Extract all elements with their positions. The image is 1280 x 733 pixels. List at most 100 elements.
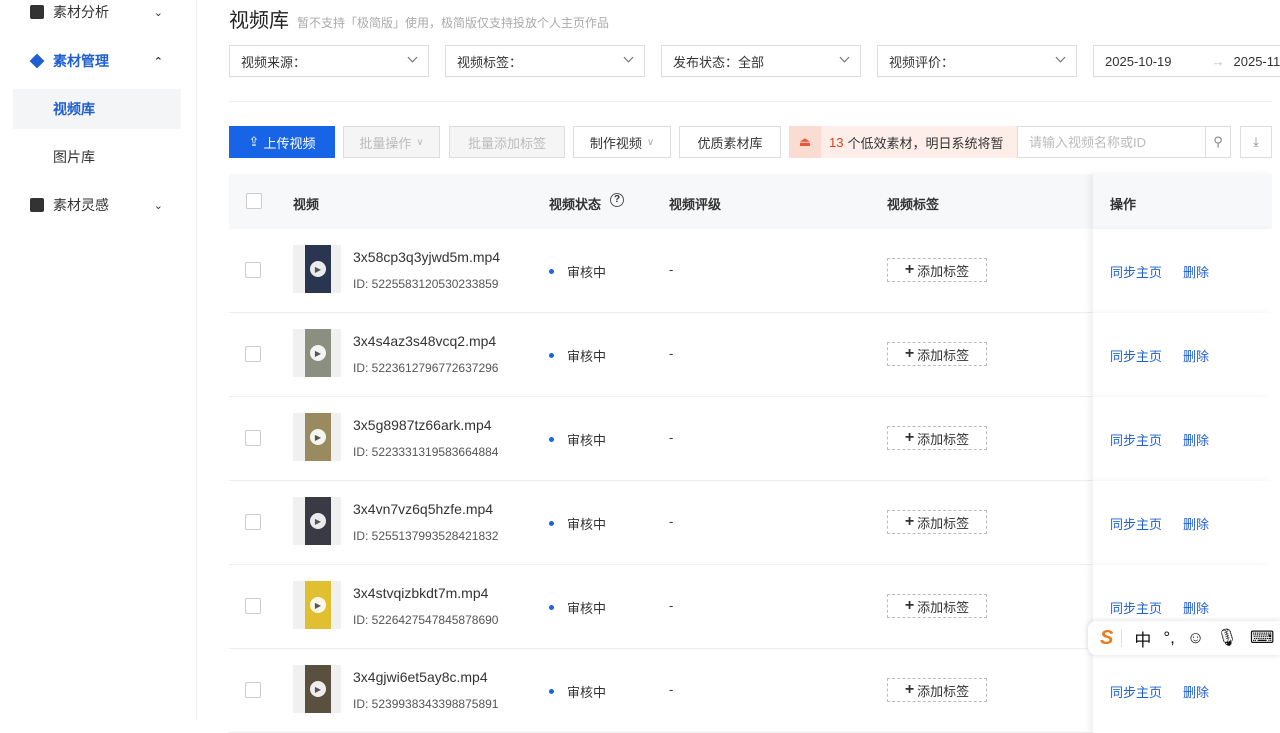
sogou-logo-icon[interactable]: S	[1100, 627, 1113, 650]
table-row: ▶ 3x5g8987tz66ark.mp4 ID: 52233313195836…	[229, 397, 1272, 481]
add-tag-button[interactable]: + 添加标签	[887, 258, 987, 282]
row-checkbox[interactable]	[245, 262, 261, 278]
row-checkbox[interactable]	[245, 682, 261, 698]
sync-homepage-link[interactable]: 同步主页	[1110, 514, 1162, 533]
sidebar-item-material-management[interactable]: 素材管理 ⌃	[13, 41, 181, 81]
row-actions: 同步主页 删除	[1093, 649, 1272, 733]
delete-link[interactable]: 删除	[1183, 598, 1209, 617]
play-icon[interactable]: ▶	[310, 513, 326, 529]
rating-value: -	[669, 430, 674, 445]
low-efficiency-alert[interactable]: ⏏ 13 个低效素材，明日系统将暂	[789, 126, 1019, 158]
diamond-grid-icon	[29, 53, 45, 69]
chevron-down-icon: ⌄	[153, 199, 163, 212]
monitor-icon	[30, 5, 44, 19]
plus-icon: +	[904, 261, 915, 278]
status-dot	[549, 353, 554, 358]
page-hint: 暂不支持「极简版」使用，极简版仅支持投放个人主页作品	[297, 16, 610, 30]
row-actions: 同步主页 删除	[1093, 481, 1272, 565]
row-actions: 同步主页 删除	[1093, 397, 1272, 481]
divider	[229, 101, 1272, 102]
chevron-down-icon	[1055, 52, 1066, 63]
row-checkbox[interactable]	[245, 346, 261, 362]
video-source-filter[interactable]: 视频来源：	[229, 45, 429, 77]
publish-status-filter[interactable]: 发布状态：全部	[661, 45, 861, 77]
emoji-icon[interactable]: ☺	[1187, 628, 1204, 648]
chevron-down-icon	[839, 52, 850, 63]
add-tag-button[interactable]: + 添加标签	[887, 510, 987, 534]
delete-link[interactable]: 删除	[1183, 262, 1209, 281]
table-row: ▶ 3x4vn7vz6q5hzfe.mp4 ID: 52551379935284…	[229, 481, 1272, 565]
play-icon[interactable]: ▶	[310, 597, 326, 613]
select-all-checkbox[interactable]	[246, 193, 262, 209]
microphone-icon[interactable]: 🎙	[1216, 628, 1238, 648]
table-row: ▶ 3x4gjwi6et5ay8c.mp4 ID: 52399383433988…	[229, 649, 1272, 733]
play-icon[interactable]: ▶	[310, 345, 326, 361]
date-range-picker[interactable]: 2025-10-19 → 2025-11	[1093, 45, 1280, 77]
table-row: ▶ 3x58cp3q3yjwd5m.mp4 ID: 52255831205302…	[229, 229, 1272, 313]
ime-toolbar: S 中 °, ☺ 🎙 ⌨	[1088, 621, 1280, 655]
play-icon[interactable]: ▶	[310, 429, 326, 445]
batch-operation-button[interactable]: 批量操作 ∨	[343, 126, 440, 158]
ime-punctuation-toggle[interactable]: °,	[1163, 628, 1175, 648]
sidebar-item-material-analysis[interactable]: 素材分析 ⌄	[13, 0, 181, 32]
chevron-down-icon: ∨	[416, 136, 424, 148]
rating-value: -	[669, 346, 674, 361]
video-rating-filter[interactable]: 视频评价：	[877, 45, 1077, 77]
ime-language-toggle[interactable]: 中	[1134, 626, 1151, 651]
plus-icon: +	[904, 597, 915, 614]
sidebar: 素材分析 ⌄ 素材管理 ⌃ 视频库 图片库 素材灵感 ⌄	[0, 0, 197, 720]
add-tag-button[interactable]: + 添加标签	[887, 426, 987, 450]
status-text: 审核中	[567, 433, 607, 448]
row-checkbox[interactable]	[245, 598, 261, 614]
search-input[interactable]	[1018, 127, 1205, 157]
sync-homepage-link[interactable]: 同步主页	[1110, 682, 1162, 701]
monitor-icon	[30, 198, 44, 212]
plus-icon: +	[904, 513, 915, 530]
chevron-down-icon	[623, 52, 634, 63]
play-icon[interactable]: ▶	[310, 681, 326, 697]
batch-add-tag-button[interactable]: 批量添加标签	[449, 126, 565, 158]
table-row: ▶ 3x4s4az3s48vcq2.mp4 ID: 52236127967726…	[229, 313, 1272, 397]
make-video-button[interactable]: 制作视频 ∨	[573, 126, 671, 158]
sync-homepage-link[interactable]: 同步主页	[1110, 346, 1162, 365]
plus-icon: +	[904, 345, 915, 362]
sidebar-item-video-library[interactable]: 视频库	[13, 89, 181, 129]
play-icon[interactable]: ▶	[310, 261, 326, 277]
sync-homepage-link[interactable]: 同步主页	[1110, 598, 1162, 617]
rating-value: -	[669, 514, 674, 529]
status-dot	[549, 437, 554, 442]
plus-icon: +	[904, 681, 915, 698]
sidebar-item-material-inspiration[interactable]: 素材灵感 ⌄	[13, 185, 181, 225]
video-tag-filter[interactable]: 视频标签：	[445, 45, 645, 77]
delete-link[interactable]: 删除	[1183, 514, 1209, 533]
add-tag-button[interactable]: + 添加标签	[887, 678, 987, 702]
chevron-up-icon: ⌃	[153, 55, 163, 68]
chevron-down-icon: ∨	[646, 136, 655, 148]
sync-homepage-link[interactable]: 同步主页	[1110, 262, 1162, 281]
chevron-down-icon	[407, 52, 418, 63]
add-tag-button[interactable]: + 添加标签	[887, 594, 987, 618]
alarm-icon: ⏏	[789, 126, 821, 158]
row-checkbox[interactable]	[245, 430, 261, 446]
download-icon[interactable]: ⤓	[1240, 126, 1272, 158]
search-box: ⚲	[1017, 126, 1231, 158]
quality-material-library-button[interactable]: 优质素材库	[679, 126, 781, 158]
row-actions: 同步主页 删除	[1093, 313, 1272, 397]
status-dot	[549, 521, 554, 526]
status-text: 审核中	[567, 349, 607, 364]
upload-video-button[interactable]: ⇪ 上传视频	[229, 126, 335, 158]
row-checkbox[interactable]	[245, 514, 261, 530]
delete-link[interactable]: 删除	[1183, 430, 1209, 449]
add-tag-button[interactable]: + 添加标签	[887, 342, 987, 366]
chevron-down-icon: ⌄	[153, 6, 163, 19]
delete-link[interactable]: 删除	[1183, 682, 1209, 701]
status-text: 审核中	[567, 265, 607, 280]
search-icon[interactable]: ⚲	[1205, 127, 1230, 157]
sidebar-item-image-library[interactable]: 图片库	[13, 137, 181, 177]
help-icon[interactable]: ?	[610, 193, 624, 207]
sync-homepage-link[interactable]: 同步主页	[1110, 430, 1162, 449]
keyboard-icon[interactable]: ⌨	[1250, 628, 1275, 648]
arrow-right-icon: →	[1211, 53, 1225, 69]
status-text: 审核中	[567, 601, 607, 616]
delete-link[interactable]: 删除	[1183, 346, 1209, 365]
